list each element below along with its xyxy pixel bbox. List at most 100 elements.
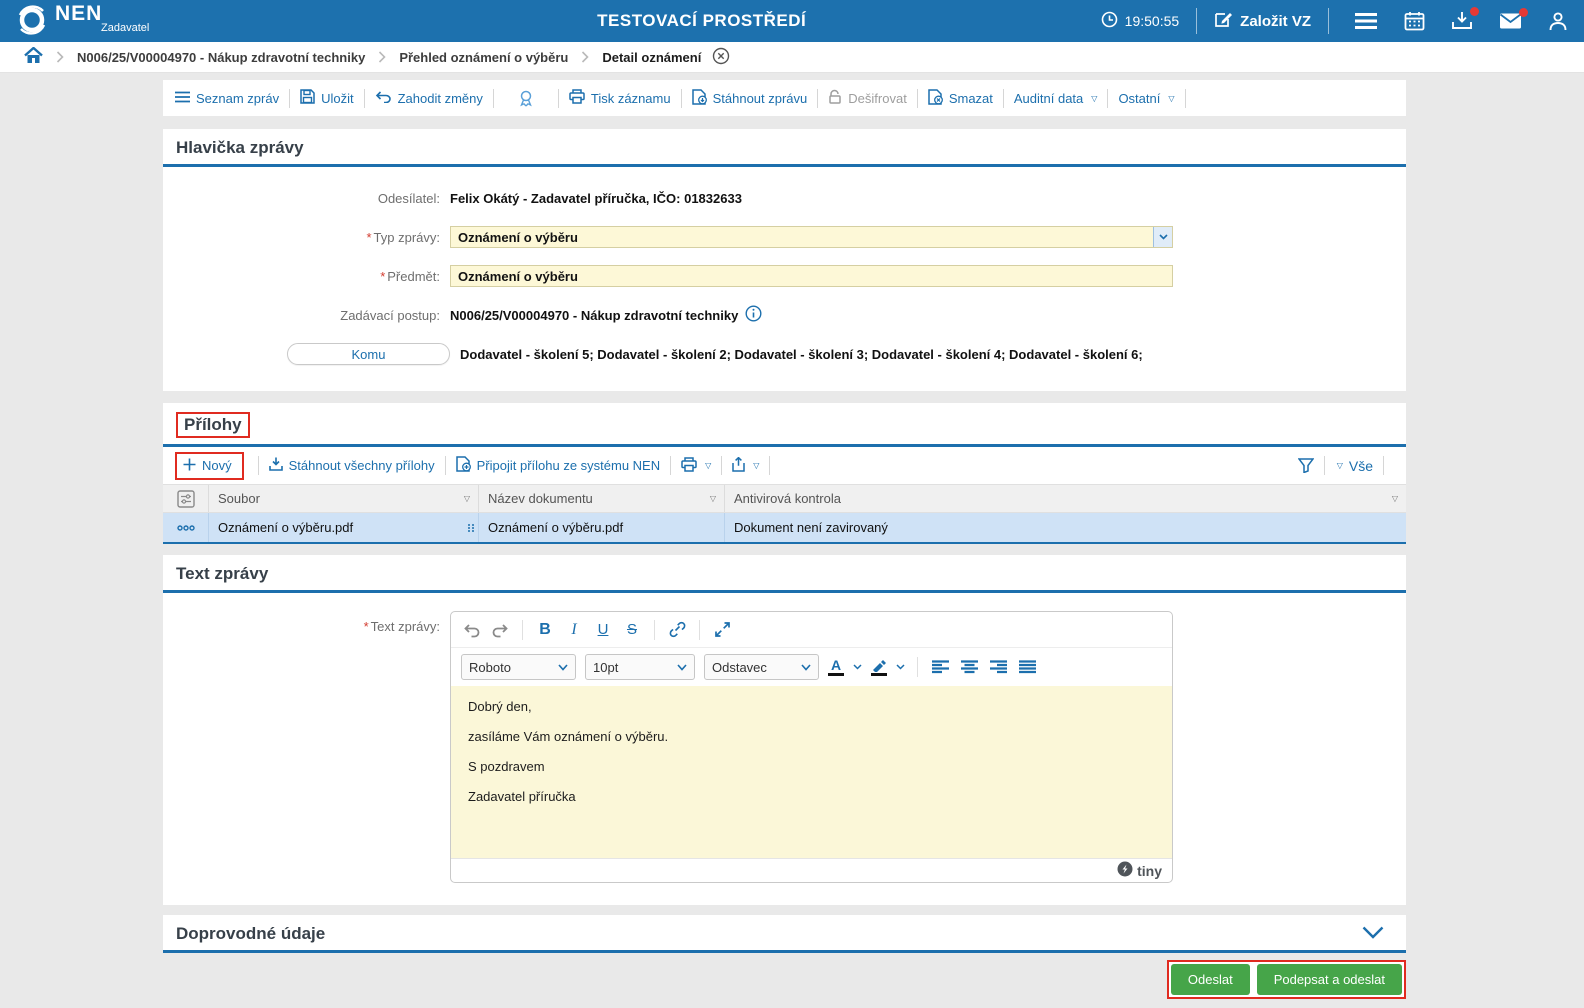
link-icon[interactable]: [667, 621, 687, 638]
ostatni-menu[interactable]: Ostatní ▽: [1118, 91, 1174, 106]
editor-content-area[interactable]: Dobrý den, zasíláme Vám oznámení o výběr…: [451, 686, 1172, 858]
italic-button[interactable]: I: [564, 621, 584, 639]
attachment-file-name: Oznámení o výběru.pdf: [218, 520, 354, 535]
odesilatel-label: Odesílatel:: [377, 190, 440, 206]
home-icon[interactable]: [24, 46, 43, 67]
column-header-nazev[interactable]: Název dokumentu ▽: [479, 485, 725, 512]
messages-icon[interactable]: [1499, 8, 1528, 30]
ulozit-button[interactable]: Uložit: [300, 89, 354, 107]
nen-logo[interactable]: NEN Zadavatel: [16, 3, 150, 39]
attachment-row[interactable]: Oznámení o výběru.pdf Oznámení o výběru.…: [163, 513, 1406, 544]
text-zpravy-label: * Text zprávy:: [363, 619, 440, 634]
bold-button[interactable]: B: [535, 621, 555, 639]
undo-icon[interactable]: [461, 622, 481, 638]
filter-funnel-icon[interactable]: [1297, 458, 1314, 473]
filter-vse-menu[interactable]: ▽ Vše: [1335, 458, 1373, 474]
message-body-section: Text zprávy * Text zprávy: B I U S Robot…: [163, 555, 1406, 905]
font-size-select[interactable]: 10pt: [585, 654, 695, 680]
align-right-icon[interactable]: [988, 660, 1008, 674]
delete-document-icon: [928, 88, 943, 108]
nen-swirl-icon: [16, 4, 48, 39]
underline-button[interactable]: U: [593, 621, 613, 638]
message-paragraph: Dobrý den,: [468, 699, 532, 714]
komu-button[interactable]: Komu: [287, 343, 450, 365]
novy-button[interactable]: Nový: [183, 458, 232, 474]
info-icon[interactable]: [745, 305, 762, 325]
tiny-logo-icon: [1117, 861, 1133, 880]
stahnout-zpravu-button[interactable]: Stáhnout zprávu: [691, 88, 807, 108]
breadcrumb-item-procedure[interactable]: N006/25/V00004970 - Nákup zdravotní tech…: [77, 50, 365, 65]
session-clock: 19:50:55: [1101, 11, 1179, 31]
message-paragraph: S pozdravem: [468, 759, 545, 774]
dropdown-triangle-icon: ▽: [1168, 93, 1175, 103]
breadcrumb-chevron-icon: [378, 51, 386, 63]
text-color-button[interactable]: A: [828, 658, 844, 676]
font-family-select[interactable]: Roboto: [461, 654, 576, 680]
download-document-icon: [691, 88, 707, 108]
pripojit-prilohu-button[interactable]: Připojit přílohu ze systému NEN: [455, 456, 660, 475]
download-icon: [268, 457, 283, 474]
highlight-color-button[interactable]: [871, 659, 887, 676]
attachments-section: Přílohy Nový Stáhnout všechny přílohy Př…: [163, 403, 1406, 544]
brand-subtitle: Zadavatel: [101, 21, 150, 34]
stahnout-vsechny-prilohy-button[interactable]: Stáhnout všechny přílohy: [268, 457, 435, 474]
block-format-select[interactable]: Odstavec: [704, 654, 819, 680]
smazat-button[interactable]: Smazat: [928, 88, 993, 108]
zalozit-vz-button[interactable]: Založit VZ: [1214, 10, 1311, 32]
dropdown-triangle-icon: ▽: [705, 461, 712, 470]
column-header-soubor[interactable]: Soubor ▽: [209, 485, 479, 512]
messages-badge: [1519, 8, 1528, 17]
desifrovat-button: Dešifrovat: [828, 89, 907, 107]
attachment-document-name: Oznámení o výběru.pdf: [488, 520, 624, 535]
editor-toolbar-row1: B I U S: [451, 612, 1172, 647]
tisk-zaznamu-button[interactable]: Tisk záznamu: [569, 89, 671, 107]
podepsat-a-odeslat-button[interactable]: Podepsat a odeslat: [1256, 964, 1402, 995]
align-center-icon[interactable]: [959, 660, 979, 674]
user-profile-icon[interactable]: [1548, 11, 1568, 31]
breadcrumb-chevron-icon: [581, 51, 589, 63]
zahodit-zmeny-button[interactable]: Zahodit změny: [375, 90, 483, 106]
calendar-icon[interactable]: [1404, 11, 1425, 31]
signature-seal-icon[interactable]: [504, 90, 548, 107]
downloads-tray-icon[interactable]: [1451, 7, 1479, 31]
close-tab-icon[interactable]: [712, 47, 730, 68]
strikethrough-button[interactable]: S: [622, 621, 642, 638]
breadcrumb-item-overview[interactable]: Přehled oznámení o výběru: [399, 50, 568, 65]
auditni-data-menu[interactable]: Auditní data ▽: [1014, 91, 1098, 106]
top-header: NEN Zadavatel TESTOVACÍ PROSTŘEDÍ 19:50:…: [0, 0, 1584, 42]
chevron-down-icon[interactable]: [853, 664, 862, 670]
typ-zpravy-label: * Typ zprávy:: [366, 229, 440, 245]
align-justify-icon[interactable]: [1017, 660, 1037, 674]
collapse-chevron-icon[interactable]: [1362, 926, 1384, 942]
fullscreen-icon[interactable]: [712, 621, 732, 638]
export-attachments-menu[interactable]: ▽: [732, 456, 759, 475]
predmet-input[interactable]: Oznámení o výběru: [450, 265, 1173, 287]
record-toolbar: Seznam zpráv Uložit Zahodit změny Tisk z…: [163, 80, 1406, 116]
column-filter-icon[interactable]: ▽: [464, 494, 470, 503]
seznam-zprav-button[interactable]: Seznam zpráv: [175, 91, 279, 106]
drag-handle-icon[interactable]: [468, 523, 475, 532]
align-left-icon[interactable]: [930, 660, 950, 674]
chevron-down-icon[interactable]: [1153, 227, 1172, 247]
message-paragraph: zasíláme Vám oznámení o výběru.: [468, 729, 669, 744]
section-title-doprovodne: Doprovodné údaje: [176, 924, 326, 943]
list-icon: [175, 91, 190, 106]
print-attachments-menu[interactable]: ▽: [681, 456, 712, 475]
odeslat-button[interactable]: Odeslat: [1170, 964, 1250, 995]
column-header-antivir[interactable]: Antivirová kontrola ▽: [725, 485, 1406, 512]
additional-data-section: Doprovodné údaje: [163, 915, 1406, 953]
redo-icon[interactable]: [490, 622, 510, 638]
column-filter-icon[interactable]: ▽: [1392, 494, 1398, 503]
chevron-down-icon[interactable]: [896, 664, 905, 670]
row-actions-icon[interactable]: [163, 513, 209, 542]
menu-icon[interactable]: [1354, 12, 1378, 30]
header-divider: [1196, 8, 1198, 34]
edit-icon: [1214, 10, 1233, 32]
rich-text-editor[interactable]: B I U S Roboto 10pt Odstavec A Dobrý den…: [450, 611, 1173, 883]
section-title-text-zpravy: Text zprávy: [176, 564, 269, 583]
header-divider: [1328, 8, 1329, 34]
typ-zpravy-select[interactable]: Oznámení o výběru: [450, 226, 1173, 248]
section-title-prilohy: Přílohy: [184, 415, 242, 434]
column-settings-icon[interactable]: [163, 485, 209, 512]
column-filter-icon[interactable]: ▽: [710, 494, 716, 503]
